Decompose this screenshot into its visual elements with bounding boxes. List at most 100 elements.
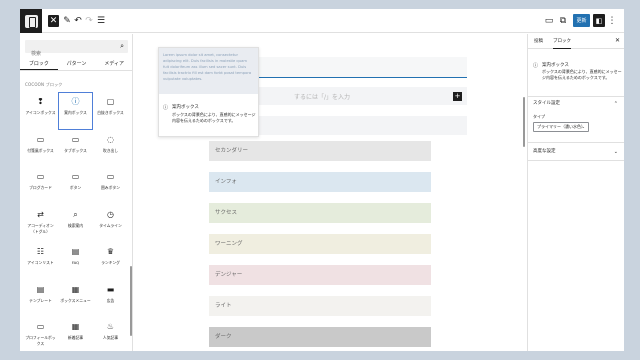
block-item[interactable]: ▭ プロフィールボックス bbox=[23, 317, 58, 351]
block-item[interactable]: ⓘ 案内ボックス bbox=[58, 92, 93, 130]
preview-device-button[interactable]: ▭ bbox=[544, 13, 554, 28]
colored-box-block[interactable]: インフォ bbox=[209, 172, 431, 192]
block-icon: ▤ bbox=[71, 247, 80, 256]
block-item[interactable]: ▦ ボックスメニュー bbox=[58, 280, 93, 318]
block-search: ⌕ bbox=[25, 40, 128, 61]
type-label: タイプ bbox=[533, 114, 545, 119]
sidebar-icon: ◧ bbox=[595, 16, 603, 25]
chevron-up-icon: ⌃ bbox=[613, 101, 618, 107]
block-item[interactable]: ⌕ 検索案内 bbox=[58, 205, 93, 243]
block-card-description: ボックスの背景色により、直感的にメッセージ内容を伝えるためのボックスです。 bbox=[542, 69, 622, 80]
external-link-icon: ⧉ bbox=[559, 15, 567, 26]
advanced-panel-toggle[interactable]: 高度な設定 ⌄ bbox=[528, 146, 624, 158]
settings-toggle-button[interactable]: ◧ bbox=[593, 14, 605, 27]
block-label: 広告 bbox=[106, 297, 115, 303]
canvas-scrollbar[interactable] bbox=[523, 97, 525, 147]
preview-sample: Lorem ipsum dolor sit amet, consectetur … bbox=[159, 48, 258, 94]
block-item[interactable]: ◷ タイムライン bbox=[93, 205, 128, 243]
redo-icon: ↷ bbox=[85, 16, 93, 26]
block-item[interactable]: ▭ ブログカード bbox=[23, 167, 58, 205]
preview-description: ボックスの背景色により、直感的にメッセージ内容を伝えるためのボックスです。 bbox=[172, 112, 256, 123]
tab-patterns[interactable]: パターン bbox=[58, 58, 96, 70]
undo-button[interactable]: ↶ bbox=[73, 14, 83, 28]
block-icon: ⓘ bbox=[71, 97, 80, 106]
block-item[interactable]: ▤ テンプレート bbox=[23, 280, 58, 318]
block-item[interactable]: ▭ 囲みボタン bbox=[93, 167, 128, 205]
block-label: テンプレート bbox=[29, 297, 52, 303]
block-item[interactable]: ▭ 付箋風ボックス bbox=[23, 130, 58, 168]
preview-title: 案内ボックス bbox=[172, 105, 199, 110]
info-icon: ⓘ bbox=[163, 105, 169, 111]
block-label: ボックスメニュー bbox=[60, 297, 91, 303]
block-item[interactable]: ☷ アイコンリスト bbox=[23, 242, 58, 280]
block-item[interactable]: ▢ 白抜きボックス bbox=[93, 92, 128, 130]
block-label: 新着記事 bbox=[67, 335, 84, 340]
block-label: 吹き出し bbox=[102, 147, 119, 153]
chevron-down-icon: ⌄ bbox=[581, 124, 585, 129]
editor-window: ✕ ✎ ↶ ↷ ☰ ▭ ⧉ 更新 ◧ ⋮ ⌕ ブロック パターン メディア CO… bbox=[20, 9, 624, 351]
block-icon: ⇄ bbox=[37, 209, 44, 219]
inserter-scrollbar[interactable] bbox=[130, 266, 132, 336]
block-label: 案内ボックス bbox=[64, 110, 87, 115]
colored-box-block[interactable]: セカンダリー bbox=[209, 141, 431, 161]
panel-title: 高度な設定 bbox=[533, 149, 556, 154]
site-logo-button[interactable] bbox=[20, 9, 42, 33]
close-icon: ✕ bbox=[49, 16, 58, 26]
colored-box-block[interactable]: ワーニング bbox=[209, 234, 431, 254]
block-item[interactable]: ⇄ アコーディオン（トグル） bbox=[23, 205, 58, 243]
close-icon[interactable]: ✕ bbox=[615, 37, 620, 44]
settings-sidebar: 投稿 ブロック ✕ ⓘ 案内ボックス ボックスの背景色により、直感的にメッセージ… bbox=[527, 34, 624, 351]
redo-button[interactable]: ↷ bbox=[84, 14, 94, 28]
block-label: FAQ bbox=[71, 260, 80, 265]
category-title: COCOON ブロック bbox=[25, 82, 63, 87]
block-label: アイコンリスト bbox=[27, 260, 54, 265]
view-post-button[interactable]: ⧉ bbox=[558, 13, 568, 28]
block-item[interactable]: ▤ FAQ bbox=[58, 242, 93, 280]
block-icon: ◌ bbox=[107, 134, 114, 144]
block-item[interactable]: ◌ 吹き出し bbox=[93, 130, 128, 168]
add-block-button[interactable]: + bbox=[453, 92, 462, 101]
block-label: タブボックス bbox=[64, 147, 87, 153]
update-button[interactable]: 更新 bbox=[573, 14, 590, 27]
block-label: ランキング bbox=[101, 260, 120, 265]
type-select-value: プライマリー（濃い水色） bbox=[537, 124, 585, 129]
block-icon: ▭ bbox=[71, 134, 80, 144]
block-icon: ⌕ bbox=[73, 209, 78, 219]
block-item[interactable]: ♛ ランキング bbox=[93, 242, 128, 280]
block-item[interactable]: ▭ タブボックス bbox=[58, 130, 93, 168]
options-button[interactable]: ⋮ bbox=[607, 13, 617, 28]
colored-box-block[interactable]: ライト bbox=[209, 296, 431, 316]
block-icon: ▭ bbox=[36, 172, 45, 181]
block-item[interactable]: ▦ 新着記事 bbox=[58, 317, 93, 351]
block-inserter-panel: ⌕ ブロック パターン メディア COCOON ブロック ❢ アイコンボックス ⓘ 案… bbox=[20, 34, 133, 351]
tools-button[interactable]: ✎ bbox=[62, 14, 72, 28]
block-label: 白抜きボックス bbox=[97, 110, 124, 115]
tab-post[interactable]: 投稿 bbox=[534, 37, 543, 49]
tab-blocks[interactable]: ブロック bbox=[20, 58, 58, 70]
block-label: 検索案内 bbox=[67, 222, 84, 228]
style-settings-panel-toggle[interactable]: スタイル設定 ⌃ bbox=[528, 98, 624, 110]
more-vertical-icon: ⋮ bbox=[607, 15, 617, 26]
block-item[interactable]: ♨ 人気記事 bbox=[93, 317, 128, 351]
colored-box-block[interactable]: ダーク bbox=[209, 327, 431, 347]
block-item[interactable]: ▭ ボタン bbox=[58, 167, 93, 205]
block-label: 囲みボタン bbox=[101, 185, 120, 190]
block-icon: ▦ bbox=[71, 284, 80, 294]
block-label: プロフィールボックス bbox=[25, 335, 56, 346]
colored-box-block[interactable]: デンジャー bbox=[209, 265, 431, 285]
list-view-button[interactable]: ☰ bbox=[96, 14, 106, 28]
type-select[interactable]: プライマリー（濃い水色） ⌄ bbox=[533, 122, 589, 132]
divider bbox=[528, 142, 624, 143]
pencil-icon: ✎ bbox=[63, 16, 71, 26]
colored-box-block[interactable]: サクセス bbox=[209, 203, 431, 223]
info-icon: ⓘ bbox=[533, 63, 539, 69]
block-item[interactable]: ▬ 広告 bbox=[93, 280, 128, 318]
block-icon: ❢ bbox=[37, 97, 44, 106]
block-inserter-close-button[interactable]: ✕ bbox=[48, 15, 59, 27]
logo-icon bbox=[24, 14, 38, 28]
block-item[interactable]: ❢ アイコンボックス bbox=[23, 92, 58, 130]
block-icon: ▭ bbox=[36, 134, 45, 144]
tab-media[interactable]: メディア bbox=[95, 58, 133, 70]
block-icon: ♛ bbox=[106, 247, 115, 256]
tab-block[interactable]: ブロック bbox=[553, 37, 571, 49]
